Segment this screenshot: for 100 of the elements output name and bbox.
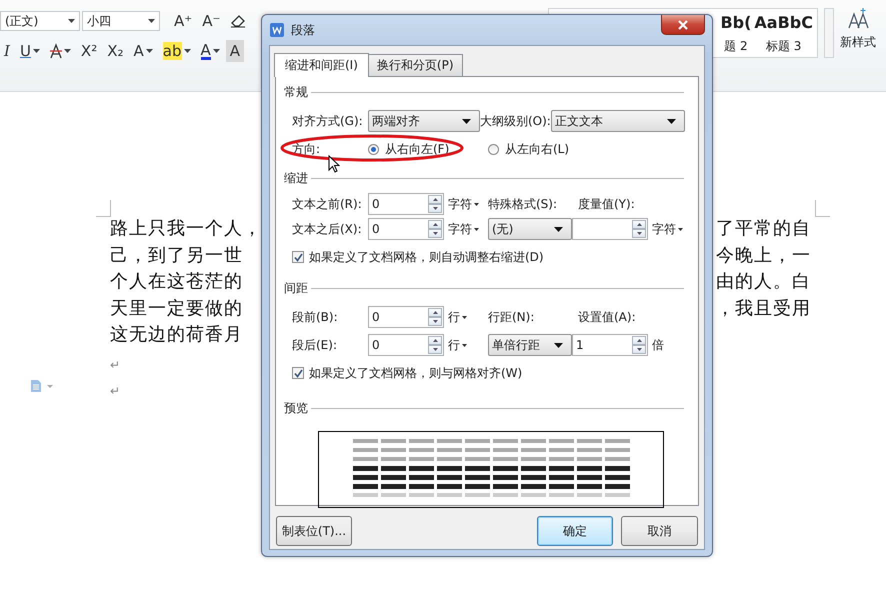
caret-icon (462, 344, 467, 346)
section-heading: 间距 (284, 280, 308, 296)
document-text: 个人在这苍茫的 (110, 270, 243, 294)
spin-up-button[interactable] (632, 220, 646, 229)
font-size-combo[interactable]: 小四 (82, 11, 160, 31)
document-text: 今晚上，一 (716, 244, 811, 268)
page-corner-mark (815, 200, 830, 217)
style-item[interactable]: Bb( 题 2 (720, 13, 752, 57)
close-icon (678, 20, 688, 30)
grow-font-button[interactable]: A⁺ (170, 10, 196, 32)
spin-down-button[interactable] (428, 345, 442, 354)
tab[interactable]: 缩进和间距(I) (274, 53, 369, 77)
shrink-font-button[interactable]: A⁻ (198, 10, 224, 32)
check-icon (294, 368, 302, 378)
spin-up-button[interactable] (428, 195, 442, 204)
outline-select[interactable]: 正文文本 (551, 110, 685, 132)
document-text: ，我且受用 (716, 296, 811, 320)
caret-icon (554, 226, 563, 232)
space-before-field[interactable]: 0 (368, 306, 444, 328)
down-arrow-icon (432, 320, 438, 323)
radio-option[interactable]: 从右向左(F) (368, 140, 488, 158)
up-arrow-icon (432, 198, 438, 201)
tab[interactable]: 换行和分页(P) (368, 54, 463, 76)
checkbox[interactable] (292, 367, 304, 379)
up-arrow-icon (432, 223, 438, 226)
style-item[interactable]: AaBbC 标题 3 (754, 13, 813, 57)
unit-menu[interactable]: 行 (444, 308, 488, 326)
space-after-field[interactable]: 0 (368, 334, 444, 356)
tab-stops-button[interactable]: 制表位(T)... (276, 516, 352, 546)
cursor-icon (328, 155, 340, 173)
check-icon (294, 252, 302, 262)
indent-before-field[interactable]: 0 (368, 193, 444, 215)
measure-field[interactable] (572, 218, 648, 240)
font-color-button[interactable]: A (196, 40, 224, 62)
spin-down-button[interactable] (632, 229, 646, 238)
eraser-icon (230, 14, 246, 28)
subscript-button[interactable]: X₂ (103, 40, 128, 62)
up-arrow-icon (432, 311, 438, 314)
highlight-button[interactable]: ab (158, 40, 194, 62)
unit-menu[interactable]: 字符 (444, 220, 488, 238)
down-arrow-icon (636, 232, 642, 235)
paragraph-mark: ↵ (110, 358, 120, 372)
unit-menu[interactable]: 字符 (648, 220, 692, 238)
spin-up-button[interactable] (428, 336, 442, 345)
spin-up-button[interactable] (428, 308, 442, 317)
spin-up-button[interactable] (428, 220, 442, 229)
checkbox[interactable] (292, 251, 304, 263)
field-label: 特殊格式(S): (488, 196, 558, 212)
down-arrow-icon (432, 207, 438, 210)
app-icon (269, 22, 285, 38)
underline-button[interactable]: U (16, 40, 44, 62)
caret-icon (678, 228, 683, 230)
checkbox-label: 如果定义了文档网格，则与网格对齐(W) (309, 364, 522, 382)
font-name-combo[interactable]: (正文) (0, 11, 80, 31)
set-value-field[interactable]: 1 (572, 334, 648, 356)
checkbox-label: 如果定义了文档网格，则自动调整右缩进(D) (309, 248, 544, 266)
unit-label: 倍 (651, 336, 665, 354)
indent-after-field[interactable]: 0 (368, 218, 444, 240)
field-label: 度量值(Y): (578, 196, 636, 212)
field-label: 文本之前(R): (292, 196, 363, 212)
up-arrow-icon (636, 223, 642, 226)
page-corner-mark (96, 200, 111, 217)
dialog-title: 段落 (291, 22, 315, 38)
close-button[interactable] (661, 15, 705, 35)
text-effect-button[interactable]: A (130, 40, 157, 62)
field-label: 段前(B): (292, 308, 339, 326)
spin-down-button[interactable] (428, 204, 442, 213)
unit-menu[interactable]: 字符 (444, 196, 488, 212)
section-heading: 常规 (284, 84, 308, 100)
spin-down-button[interactable] (428, 229, 442, 238)
field-label: 设置值(A): (578, 308, 637, 326)
spin-up-button[interactable] (632, 336, 646, 345)
ok-button[interactable]: 确定 (537, 516, 613, 546)
spin-down-button[interactable] (632, 345, 646, 354)
spin-down-button[interactable] (428, 317, 442, 326)
unit-menu[interactable]: 行 (444, 336, 488, 354)
field-label: 段后(E): (292, 336, 338, 354)
cancel-button[interactable]: 取消 (621, 516, 698, 546)
superscript-button[interactable]: X² (76, 40, 102, 62)
document-text: 由的人。白 (716, 270, 811, 294)
caret-icon (554, 342, 563, 348)
caret-icon (68, 19, 75, 23)
caret-icon (474, 228, 479, 230)
field-label: 行距(N): (488, 308, 536, 326)
italic-button[interactable]: I (0, 40, 14, 62)
document-text: 路上只我一个人， (110, 217, 262, 241)
caret-icon (667, 118, 676, 124)
strikethrough-icon (50, 43, 62, 59)
document-text: 了平常的自 (716, 217, 811, 241)
field-label: 对齐方式(G): (292, 112, 364, 130)
caret-icon (148, 19, 155, 23)
alignment-select[interactable]: 两端对齐 (368, 110, 480, 132)
char-shading-button[interactable]: A (226, 40, 244, 62)
radio-option[interactable]: 从左向右(L) (488, 140, 608, 158)
new-style-button[interactable]: 新样式 (840, 8, 876, 51)
line-spacing-select[interactable]: 单倍行距 (488, 334, 572, 356)
field-label: 文本之后(X): (292, 220, 363, 238)
up-arrow-icon (636, 339, 642, 342)
special-format-select[interactable]: (无) (488, 218, 572, 240)
section-heading: 预览 (284, 400, 308, 416)
